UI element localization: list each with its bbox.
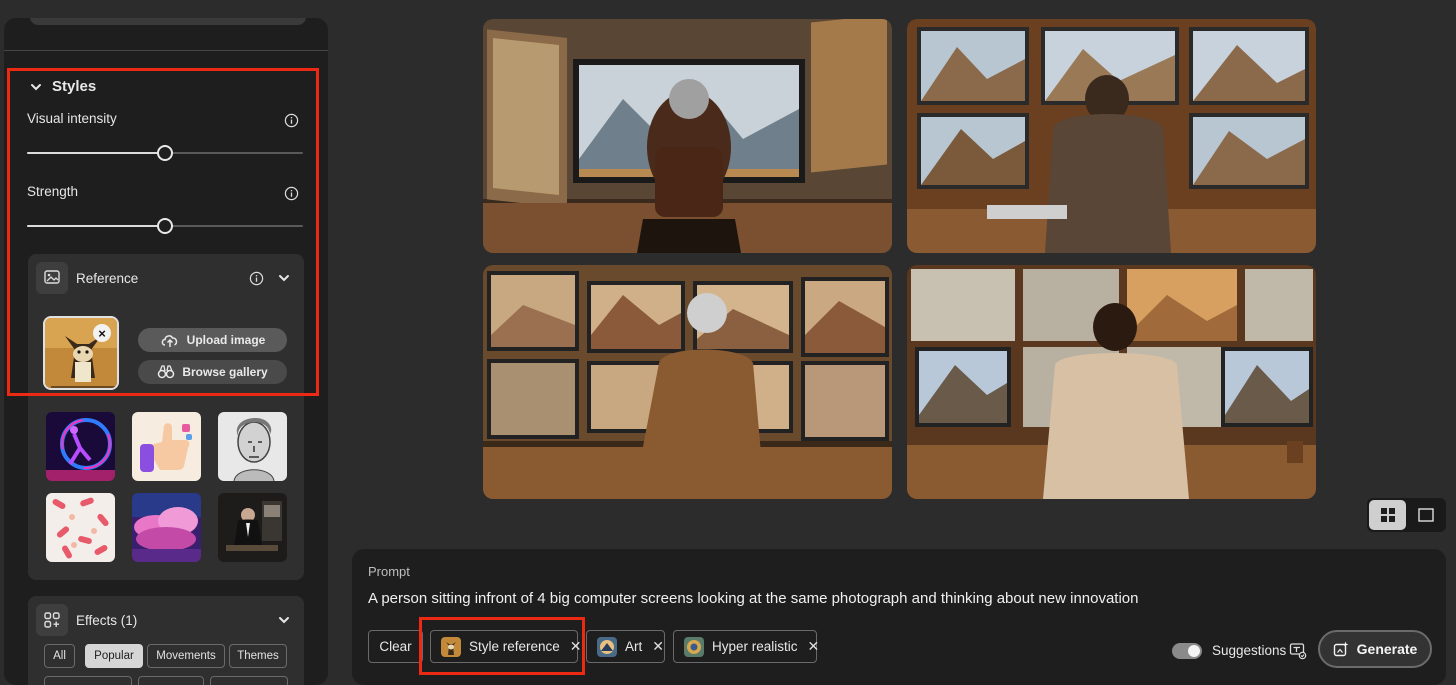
single-view-button[interactable]	[1408, 500, 1444, 530]
effects-icon	[36, 604, 68, 636]
chip-label: Hyper realistic	[712, 639, 798, 654]
suggestions-toggle[interactable]	[1172, 643, 1202, 659]
chip-label: Art	[625, 639, 643, 654]
generate-sparkle-icon	[1333, 641, 1349, 657]
hyper-realistic-thumbnail	[684, 636, 704, 657]
close-icon[interactable]: ✕	[652, 638, 664, 655]
suggestions-settings-icon[interactable]	[1289, 642, 1307, 660]
style-thumbnail-thumbs-up-3d[interactable]	[132, 412, 201, 481]
style-thumbnail-neon-figure[interactable]	[46, 412, 115, 481]
chevron-down-icon[interactable]	[278, 614, 290, 626]
panel-divider	[4, 50, 328, 51]
generated-image-4[interactable]	[907, 265, 1316, 499]
effects-title: Effects (1)	[76, 613, 138, 628]
art-thumbnail	[597, 636, 617, 657]
filter-tag-movements[interactable]: Movements	[147, 644, 225, 668]
filter-tag-popular[interactable]: Popular	[85, 644, 143, 668]
highlight-box	[7, 68, 319, 396]
filter-tag-all[interactable]: All	[44, 644, 75, 668]
highlight-box	[419, 617, 585, 675]
filter-tag-partial[interactable]	[138, 676, 204, 685]
prompt-title: Prompt	[368, 564, 410, 579]
generated-image-3[interactable]	[483, 265, 892, 499]
generated-image-1[interactable]	[483, 19, 892, 253]
close-icon[interactable]: ✕	[808, 638, 820, 655]
view-toggle	[1367, 498, 1446, 532]
chip-art[interactable]: Art ✕	[586, 630, 665, 663]
generate-button[interactable]: Generate	[1318, 630, 1432, 668]
style-thumbnail-man-in-suit[interactable]	[218, 493, 287, 562]
effects-card: Effects (1) All Popular Movements Themes	[28, 596, 304, 685]
square-icon	[1418, 508, 1434, 522]
generated-image-2[interactable]	[907, 19, 1316, 253]
clear-button[interactable]: Clear	[368, 630, 423, 663]
filter-tag-themes[interactable]: Themes	[229, 644, 287, 668]
grid-icon	[1380, 508, 1395, 522]
grid-view-button[interactable]	[1369, 500, 1406, 530]
clear-label: Clear	[379, 639, 412, 654]
style-thumbnail-pink-clouds[interactable]	[132, 493, 201, 562]
suggestions-label: Suggestions	[1212, 643, 1287, 658]
toggle-knob	[1188, 645, 1200, 657]
generate-label: Generate	[1356, 641, 1418, 657]
chip-hyper-realistic[interactable]: Hyper realistic ✕	[673, 630, 820, 663]
prompt-input[interactable]: A person sitting infront of 4 big comput…	[368, 590, 1139, 607]
style-thumbnail-pattern-hands[interactable]	[46, 493, 115, 562]
collapsed-section-stub	[30, 18, 306, 25]
style-thumbnail-sketch-portrait[interactable]	[218, 412, 287, 481]
filter-tag-partial[interactable]	[210, 676, 288, 685]
filter-tag-partial[interactable]	[44, 676, 132, 685]
